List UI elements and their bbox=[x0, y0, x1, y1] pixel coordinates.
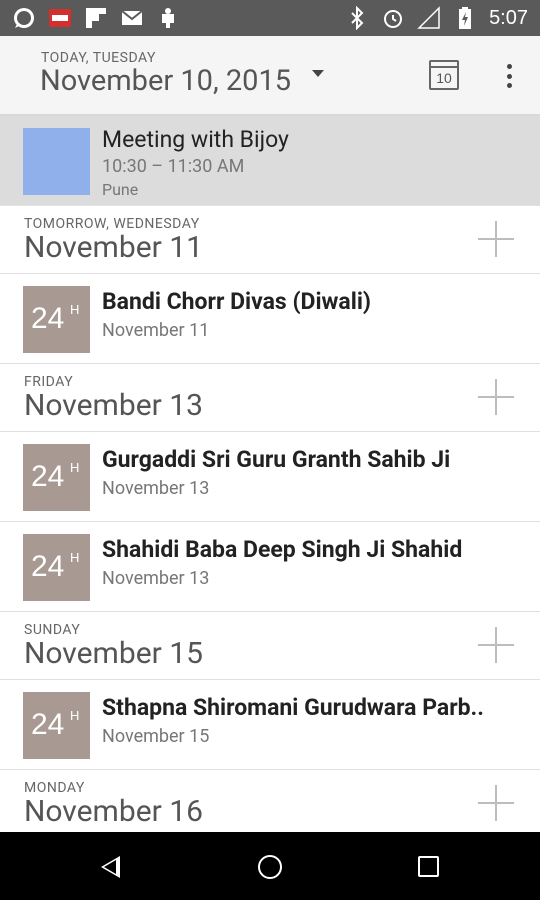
event-location: Pune bbox=[102, 180, 139, 199]
all-day-badge: 24 H bbox=[23, 692, 90, 759]
event-color-swatch bbox=[23, 128, 90, 195]
event-item[interactable]: 24 H Shahidi Baba Deep Singh Ji Shahid No… bbox=[0, 522, 540, 612]
event-title: Bandi Chorr Divas (Diwali) bbox=[102, 288, 371, 315]
event-title: Gurgaddi Sri Guru Granth Sahib Ji bbox=[102, 446, 451, 473]
dropdown-caret-icon[interactable] bbox=[312, 70, 324, 77]
day-header-nov-11: TOMORROW, WEDNESDAY November 11 bbox=[0, 206, 540, 274]
gmail-icon bbox=[120, 6, 144, 30]
agenda-list[interactable]: Meeting with Bijoy 10:30 – 11:30 AM Pune… bbox=[0, 116, 540, 838]
home-icon[interactable] bbox=[258, 855, 282, 879]
all-day-badge: 24 H bbox=[23, 444, 90, 511]
signal-icon bbox=[417, 6, 441, 30]
day-title: November 16 bbox=[24, 794, 203, 829]
whatsapp-icon bbox=[12, 6, 36, 30]
event-date: November 13 bbox=[102, 478, 210, 499]
event-time: 10:30 – 11:30 AM bbox=[102, 156, 245, 177]
today-calendar-button[interactable]: 10 bbox=[429, 60, 459, 90]
header-date-title[interactable]: November 10, 2015 bbox=[40, 64, 291, 98]
event-item-today[interactable]: Meeting with Bijoy 10:30 – 11:30 AM Pune bbox=[0, 116, 540, 206]
app-bar: TODAY, TUESDAY November 10, 2015 bbox=[0, 36, 540, 116]
battery-icon bbox=[453, 6, 477, 30]
more-options-icon[interactable] bbox=[505, 64, 513, 88]
event-item[interactable]: 24 H Bandi Chorr Divas (Diwali) November … bbox=[0, 274, 540, 364]
flipboard-icon bbox=[84, 6, 108, 30]
day-header-nov-15: SUNDAY November 15 bbox=[0, 612, 540, 680]
app-icon bbox=[48, 6, 72, 30]
bluetooth-icon bbox=[345, 6, 369, 30]
day-title: November 11 bbox=[24, 230, 203, 265]
event-date: November 15 bbox=[102, 726, 210, 747]
add-event-icon[interactable] bbox=[478, 627, 514, 663]
event-date: November 13 bbox=[102, 568, 210, 589]
all-day-badge: 24 H bbox=[23, 534, 90, 601]
status-bar: 5:07 bbox=[0, 0, 540, 36]
android-icon bbox=[156, 6, 180, 30]
day-title: November 15 bbox=[24, 636, 203, 671]
status-time: 5:07 bbox=[489, 6, 528, 29]
event-item[interactable]: 24 H Gurgaddi Sri Guru Granth Sahib Ji No… bbox=[0, 432, 540, 522]
event-item[interactable]: 24 H Sthapna Shiromani Gurudwara Parb.. N… bbox=[0, 680, 540, 770]
alarm-icon bbox=[381, 6, 405, 30]
back-icon[interactable] bbox=[101, 856, 120, 878]
add-event-icon[interactable] bbox=[478, 221, 514, 257]
day-title: November 13 bbox=[24, 388, 203, 423]
event-date: November 11 bbox=[102, 320, 210, 341]
day-header-nov-13: FRIDAY November 13 bbox=[0, 364, 540, 432]
all-day-badge: 24 H bbox=[23, 286, 90, 353]
day-header-nov-16: MONDAY November 16 bbox=[0, 770, 540, 838]
add-event-icon[interactable] bbox=[478, 379, 514, 415]
navigation-bar bbox=[0, 832, 540, 900]
event-title: Shahidi Baba Deep Singh Ji Shahid bbox=[102, 536, 463, 563]
event-title: Meeting with Bijoy bbox=[102, 126, 289, 153]
recent-apps-icon[interactable] bbox=[418, 856, 439, 877]
add-event-icon[interactable] bbox=[478, 785, 514, 821]
event-title: Sthapna Shiromani Gurudwara Parb.. bbox=[102, 694, 484, 721]
